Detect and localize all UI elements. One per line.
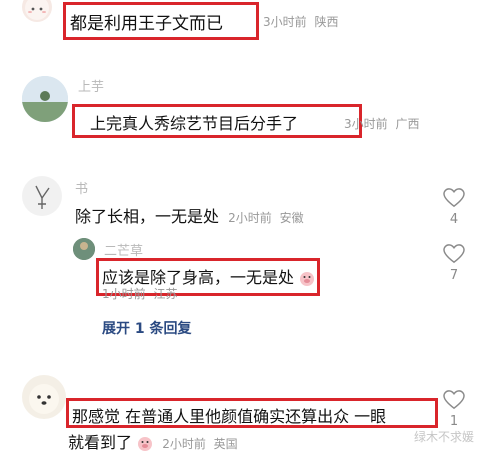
puppy-avatar-icon (29, 384, 59, 414)
heart-icon (443, 390, 465, 410)
expand-replies-button[interactable]: 展开 1 条回复 (102, 318, 192, 338)
landscape-avatar-icon (22, 76, 68, 122)
comment-time: 3小时前 (263, 15, 307, 29)
comment-time: 2小时前 (228, 211, 272, 225)
comment-text: 除了长相，一无是处 2小时前 安徽 (75, 203, 304, 227)
reply-meta: 1小时前 江苏 (102, 285, 177, 302)
comment-location: 广西 (395, 117, 420, 131)
comment-meta: 2小时前 安徽 (228, 211, 303, 225)
heart-icon (443, 188, 465, 208)
username[interactable]: 二芒草 (104, 240, 143, 259)
comment-time: 3小时前 (344, 117, 388, 131)
comment-text: 上完真人秀综艺节目后分手了 (90, 114, 299, 133)
avatar[interactable] (73, 238, 95, 260)
username[interactable]: 上芋 (78, 76, 104, 95)
comment-text: 那感觉 在普通人里他颜值确实还算出众 一眼 (72, 407, 387, 426)
avatar[interactable] (22, 0, 52, 22)
like-count: 7 (449, 268, 459, 283)
comment-meta: 3小时前 陕西 (263, 13, 338, 30)
sketch-avatar-icon (35, 185, 50, 209)
avatar[interactable] (22, 375, 66, 419)
pig-emoji-icon (138, 436, 153, 451)
watermark: 绿木不求媛 (414, 430, 475, 444)
like-count: 4 (449, 212, 459, 227)
comment-time: 2小时前 (162, 437, 206, 451)
comment-location: 陕西 (314, 15, 339, 29)
comment-text: 都是利用王子文而已 (70, 14, 223, 34)
comment-meta: 2小时前 英国 (162, 437, 237, 451)
cartoon-avatar-icon (25, 0, 49, 20)
comment-location: 英国 (213, 437, 238, 451)
comment-meta: 3小时前 广西 (344, 115, 419, 132)
comment-text-line2: 就看到了 2小时前 英国 (68, 429, 238, 453)
photo-avatar-icon (73, 238, 95, 260)
like-button[interactable]: 7 (442, 244, 466, 283)
avatar[interactable] (22, 176, 62, 216)
reply-time: 1小时前 (102, 287, 146, 301)
comment-text-content: 除了长相，一无是处 (75, 207, 220, 226)
reply-location: 江苏 (153, 287, 178, 301)
pig-emoji-icon (300, 271, 315, 286)
heart-icon (443, 244, 465, 264)
avatar[interactable] (22, 76, 68, 122)
like-button[interactable]: 1 (442, 390, 466, 429)
like-count: 1 (449, 414, 459, 429)
comment-location: 安徽 (279, 211, 304, 225)
username[interactable]: 书 (75, 178, 88, 197)
comment-text-content: 就看到了 (68, 433, 133, 452)
like-button[interactable]: 4 (442, 188, 466, 227)
